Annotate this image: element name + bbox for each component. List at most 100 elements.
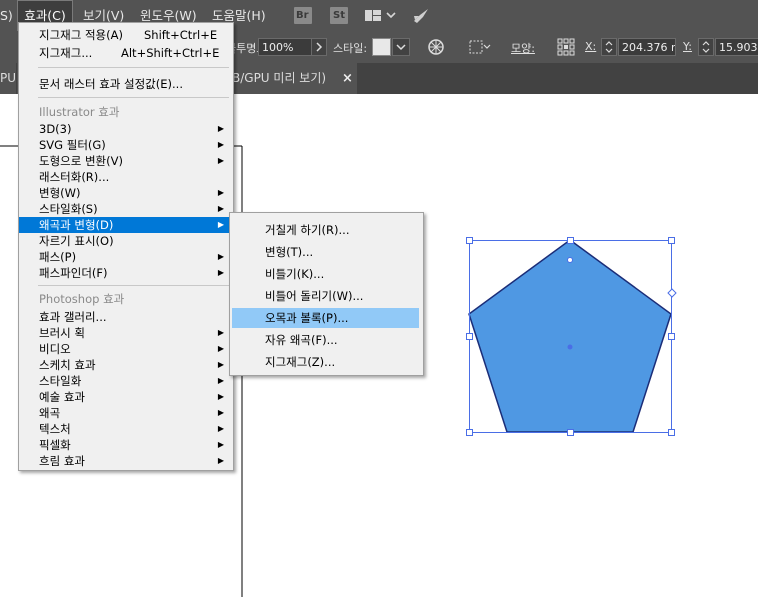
menu-item-raster-settings[interactable]: 문서 래스터 효과 설정값(E)... — [19, 76, 233, 92]
menu-section-header-photoshop: Photoshop 효과 — [19, 291, 233, 307]
menu-item-label: 스타일화(S) — [39, 202, 98, 216]
menu-item-illustrator-effect[interactable]: 도형으로 변환(V) ▶ — [19, 153, 233, 169]
menu-item-label: 지그재그 적용(A) — [39, 28, 123, 42]
menu-partial-item[interactable]: S) — [0, 0, 14, 31]
align-label[interactable]: 모양: — [511, 40, 535, 56]
menu-item-label: 변형(W) — [39, 186, 81, 200]
handle-top-center[interactable] — [567, 237, 574, 244]
reference-point-icon[interactable] — [556, 37, 576, 57]
menu-item-label: 비틀기(K)... — [265, 267, 325, 281]
bridge-icon[interactable]: Br — [294, 7, 312, 24]
menu-item-photoshop-effect[interactable]: 왜곡 ▶ — [19, 405, 233, 421]
menu-item-label: 스케치 효과 — [39, 358, 96, 372]
opacity-input[interactable]: 100% — [258, 38, 312, 56]
submenu-arrow-icon: ▶ — [217, 220, 224, 229]
submenu-item-distort[interactable]: 비틀기(K)... — [232, 264, 419, 284]
submenu-item-distort[interactable]: 비틀어 돌리기(W)... — [232, 286, 419, 306]
y-input[interactable]: 15.903 m — [715, 38, 758, 56]
menu-section-header-illustrator: Illustrator 효과 — [19, 104, 233, 120]
menu-item-illustrator-effect[interactable]: 래스터화(R)... — [19, 169, 233, 185]
menu-item-photoshop-effect[interactable]: 스타일화 ▶ — [19, 373, 233, 389]
submenu-item-distort[interactable]: 변형(T)... — [232, 242, 419, 262]
menu-item-zigzag-dialog[interactable]: 지그재그... Alt+Shift+Ctrl+E — [19, 45, 233, 61]
submenu-arrow-icon: ▶ — [217, 360, 224, 369]
menu-item-label: 지그재그... — [39, 46, 93, 60]
menu-item-label: 변형(T)... — [265, 245, 314, 259]
stock-icon-label: St — [333, 10, 345, 21]
menu-item-photoshop-effect[interactable]: 브러시 획 ▶ — [19, 325, 233, 341]
submenu-arrow-icon: ▶ — [217, 344, 224, 353]
tab-close-icon[interactable]: × — [342, 63, 353, 94]
menu-item-illustrator-effect[interactable]: 스타일화(S) ▶ — [19, 201, 233, 217]
menu-item-label: 거칠게 하기(R)... — [265, 223, 350, 237]
menu-item-label: 왜곡 — [39, 406, 61, 420]
submenu-arrow-icon: ▶ — [217, 252, 224, 261]
menu-item-illustrator-effect[interactable]: 자르기 표시(O) — [19, 233, 233, 249]
menu-item-photoshop-effect[interactable]: 스케치 효과 ▶ — [19, 357, 233, 373]
gpu-rocket-icon[interactable] — [411, 7, 431, 24]
sides-widget-handle[interactable] — [667, 288, 677, 298]
y-stepper[interactable] — [698, 38, 714, 56]
menu-item-illustrator-effect[interactable]: 변형(W) ▶ — [19, 185, 233, 201]
menu-item-label: 브러시 획 — [39, 326, 85, 340]
document-tab-partial[interactable]: PU — [0, 63, 16, 94]
menu-item-illustrator-effect[interactable]: SVG 필터(G) ▶ — [19, 137, 233, 153]
handle-bottom-left[interactable] — [466, 429, 473, 436]
menu-item-label: 텍스처 — [39, 422, 71, 436]
menu-item-label: SVG 필터(G) — [39, 138, 106, 152]
handle-bottom-center[interactable] — [567, 429, 574, 436]
menu-item-photoshop-effect[interactable]: 픽셀화 ▶ — [19, 437, 233, 453]
menu-item-apply-zigzag[interactable]: 지그재그 적용(A) Shift+Ctrl+E — [19, 27, 233, 43]
submenu-arrow-icon: ▶ — [217, 376, 224, 385]
handle-top-left[interactable] — [466, 237, 473, 244]
menu-item-label: 픽셀화 — [39, 438, 71, 452]
menu-item-label: 자유 왜곡(F)... — [265, 333, 338, 347]
menu-item-label: 비틀어 돌리기(W)... — [265, 289, 364, 303]
pentagon-shape[interactable] — [468, 239, 672, 433]
submenu-item-distort[interactable]: 오목과 볼록(P)... — [232, 308, 419, 328]
menu-item-label: 오목과 볼록(P)... — [265, 311, 349, 325]
menu-item-photoshop-effect[interactable]: 예술 효과 ▶ — [19, 389, 233, 405]
style-dropdown-button[interactable] — [392, 38, 410, 56]
effect-menu: 지그재그 적용(A) Shift+Ctrl+E 지그재그... Alt+Shif… — [18, 22, 234, 471]
workspace-layout-icon[interactable] — [364, 7, 382, 24]
submenu-arrow-icon: ▶ — [217, 424, 224, 433]
submenu-item-distort[interactable]: 거칠게 하기(R)... — [232, 220, 419, 240]
menu-item-shortcut: Shift+Ctrl+E — [144, 28, 218, 42]
menu-separator — [38, 67, 229, 68]
menu-item-label: 패스(P) — [39, 250, 77, 264]
submenu-arrow-icon: ▶ — [217, 328, 224, 337]
submenu-item-distort[interactable]: 지그재그(Z)... — [232, 352, 419, 372]
menu-item-photoshop-effect[interactable]: 효과 갤러리... — [19, 309, 233, 325]
submenu-arrow-icon: ▶ — [217, 268, 224, 277]
submenu-item-distort[interactable]: 자유 왜곡(F)... — [232, 330, 419, 350]
menu-item-label: 스타일화 — [39, 374, 82, 388]
menu-item-label: 지그재그(Z)... — [265, 355, 336, 369]
menu-item-illustrator-effect[interactable]: 왜곡과 변형(D) ▶ — [19, 217, 233, 233]
x-stepper[interactable] — [601, 38, 617, 56]
menu-item-label: 3D(3) — [39, 122, 72, 136]
recolor-wheel-icon[interactable] — [427, 38, 445, 56]
corner-widget-handle[interactable] — [567, 257, 573, 263]
transform-box-icon[interactable] — [468, 38, 492, 56]
handle-middle-left[interactable] — [466, 333, 473, 340]
menu-item-illustrator-effect[interactable]: 패스파인더(F) ▶ — [19, 265, 233, 281]
handle-middle-right[interactable] — [668, 333, 675, 340]
menu-item-photoshop-effect[interactable]: 비디오 ▶ — [19, 341, 233, 357]
submenu-arrow-icon: ▶ — [217, 408, 224, 417]
document-tab-title: B/GPU 미리 보기) — [232, 71, 327, 85]
document-tab-partial-label: PU — [0, 71, 17, 85]
menu-item-illustrator-effect[interactable]: 패스(P) ▶ — [19, 249, 233, 265]
style-swatch[interactable] — [372, 38, 391, 56]
handle-bottom-right[interactable] — [668, 429, 675, 436]
opacity-arrow-button[interactable] — [311, 38, 327, 56]
x-input[interactable]: 204.376 m — [618, 38, 676, 56]
chevron-down-icon[interactable] — [385, 7, 397, 24]
handle-top-right[interactable] — [668, 237, 675, 244]
menu-item-photoshop-effect[interactable]: 텍스처 ▶ — [19, 421, 233, 437]
menu-section-label: Photoshop 효과 — [39, 292, 125, 306]
stock-icon[interactable]: St — [330, 7, 348, 24]
submenu-arrow-icon: ▶ — [217, 440, 224, 449]
menu-item-illustrator-effect[interactable]: 3D(3) ▶ — [19, 121, 233, 137]
menu-item-photoshop-effect[interactable]: 흐림 효과 ▶ — [19, 453, 233, 469]
